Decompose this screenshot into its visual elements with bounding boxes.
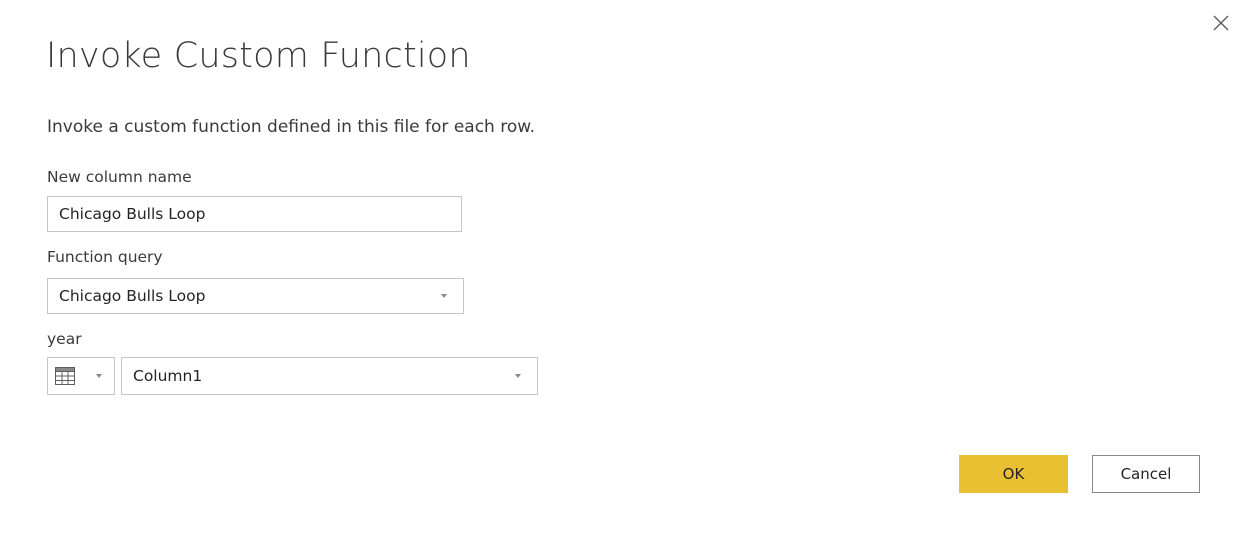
year-column-dropdown[interactable]: Column1 xyxy=(121,357,538,395)
cancel-button[interactable]: Cancel xyxy=(1092,455,1200,493)
chevron-down-icon xyxy=(515,374,521,378)
function-query-dropdown[interactable]: Chicago Bulls Loop xyxy=(47,278,464,314)
new-column-name-label: New column name xyxy=(47,168,192,186)
close-button[interactable] xyxy=(1208,10,1234,36)
chevron-down-icon xyxy=(96,374,102,378)
ok-button[interactable]: OK xyxy=(959,455,1068,493)
year-label: year xyxy=(47,330,82,348)
table-icon xyxy=(55,367,75,385)
function-query-label: Function query xyxy=(47,248,163,266)
year-type-picker[interactable] xyxy=(47,357,115,395)
dialog-title: Invoke Custom Function xyxy=(46,36,471,76)
function-query-selected: Chicago Bulls Loop xyxy=(59,287,206,305)
year-column-selected: Column1 xyxy=(133,367,203,385)
chevron-down-icon xyxy=(441,294,447,298)
new-column-name-input[interactable] xyxy=(47,196,462,232)
close-icon xyxy=(1213,15,1229,31)
dialog-subtitle: Invoke a custom function defined in this… xyxy=(47,117,535,137)
